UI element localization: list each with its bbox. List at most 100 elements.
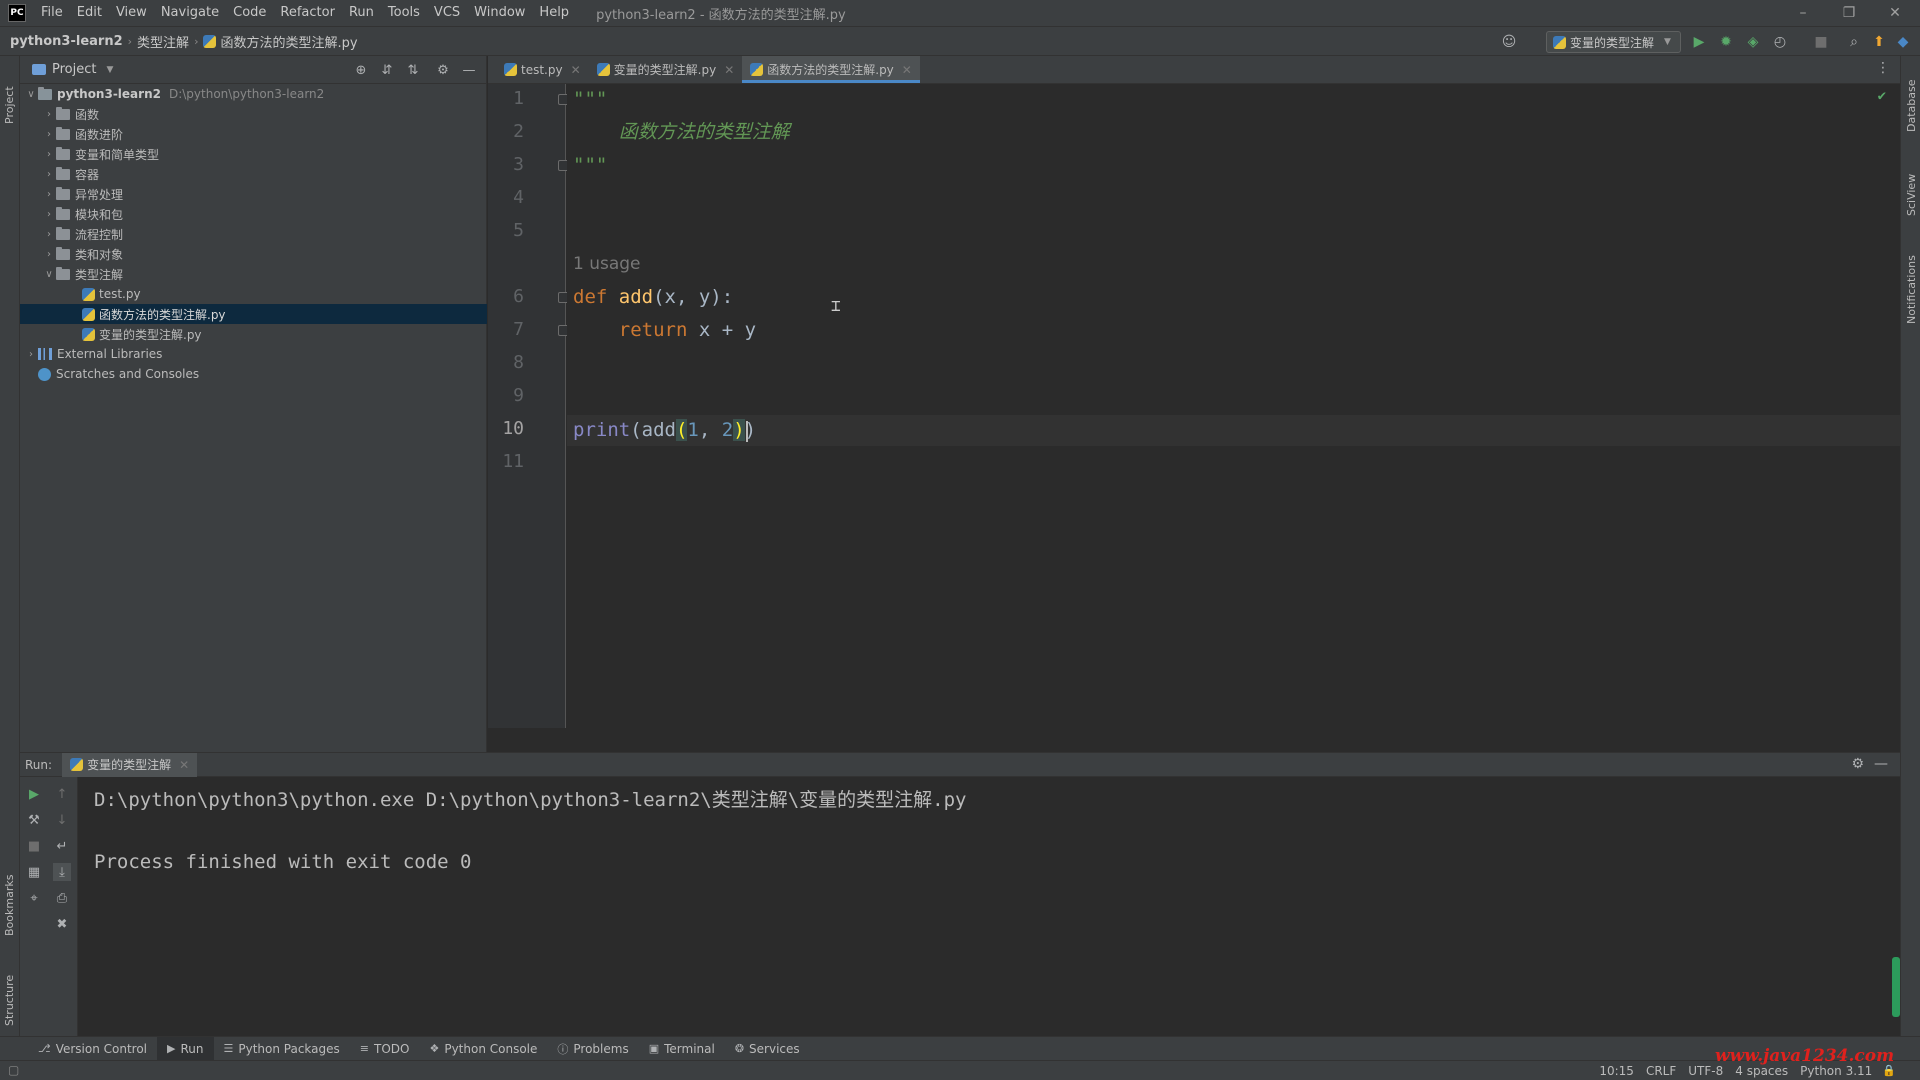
menu-edit[interactable]: Edit (70, 0, 109, 26)
database-tool-button[interactable]: Database (1905, 80, 1918, 133)
restore-icon[interactable]: ❐ (1826, 0, 1872, 26)
usage-hint[interactable]: 1 usage (573, 254, 641, 274)
jetbrains-icon[interactable]: ◆ (1894, 33, 1912, 51)
run-tab[interactable]: 变量的类型注解 ✕ (62, 752, 198, 777)
stop-icon[interactable]: ■ (25, 837, 43, 855)
tree-folder[interactable]: › 容器 (20, 164, 487, 184)
breadcrumb-file[interactable]: 函数方法的类型注解.py (199, 32, 361, 51)
chevron-down-icon[interactable]: ▼ (106, 65, 113, 75)
tree-folder[interactable]: › 变量和简单类型 (20, 144, 487, 164)
tree-file[interactable]: test.py (20, 284, 487, 304)
tool-window-services[interactable]: ❂ Services (725, 1037, 810, 1061)
gear-icon[interactable]: ⚙ (434, 61, 452, 79)
close-icon[interactable]: ✕ (724, 63, 734, 77)
breadcrumb-project[interactable]: python3-learn2 (6, 34, 127, 49)
coverage-icon[interactable]: ◈ (1744, 33, 1762, 51)
menu-view[interactable]: View (109, 0, 154, 26)
menu-navigate[interactable]: Navigate (154, 0, 226, 26)
tool-window-version-control[interactable]: ⎇ Version Control (28, 1037, 157, 1061)
chevron-down-icon: ∨ (45, 268, 53, 280)
tool-window-python-console[interactable]: ❖ Python Console (419, 1037, 547, 1061)
project-panel-title[interactable]: Project (52, 62, 96, 77)
wrench-icon[interactable]: ⚒ (25, 811, 43, 829)
status-caret-position[interactable]: 10:15 (1593, 1064, 1640, 1078)
menu-refactor[interactable]: Refactor (273, 0, 342, 26)
console-result-line: Process finished with exit code 0 (94, 851, 472, 873)
profile-icon[interactable]: ◴ (1771, 33, 1789, 51)
console-output[interactable]: D:\python\python3\python.exe D:\python\p… (78, 777, 1900, 1037)
project-tool-button[interactable]: Project (3, 86, 16, 124)
user-icon[interactable]: ☺ (1500, 33, 1518, 51)
breadcrumb-folder[interactable]: 类型注解 (133, 32, 193, 51)
console-scrollbar[interactable] (1892, 957, 1900, 1017)
close-icon[interactable]: ✕ (179, 758, 189, 772)
check-icon[interactable]: ✔ (1878, 88, 1886, 104)
collapse-all-icon[interactable]: ⇅ (404, 61, 422, 79)
tree-folder[interactable]: › 流程控制 (20, 224, 487, 244)
run-icon[interactable]: ▶ (1690, 33, 1708, 51)
hide-panel-icon[interactable]: — (460, 61, 478, 79)
menu-help[interactable]: Help (532, 0, 576, 26)
debug-icon[interactable]: ✹ (1717, 33, 1735, 51)
arrow-up-icon[interactable]: ↑ (53, 785, 71, 803)
hide-panel-icon[interactable]: — (1874, 756, 1888, 772)
more-options-icon[interactable]: ⋮ (1876, 60, 1890, 76)
layout-icon[interactable]: ▦ (25, 863, 43, 881)
tree-folder[interactable]: › 类和对象 (20, 244, 487, 264)
tree-file[interactable]: 变量的类型注解.py (20, 324, 487, 344)
status-line-separator[interactable]: CRLF (1640, 1064, 1682, 1078)
close-icon[interactable]: ✕ (571, 63, 581, 77)
tree-folder-label: 容器 (75, 167, 100, 182)
tree-folder[interactable]: › 函数 (20, 104, 487, 124)
arrow-down-icon[interactable]: ↓ (53, 811, 71, 829)
notifications-tool-button[interactable]: Notifications (1905, 255, 1918, 324)
rerun-icon[interactable]: ▶ (25, 785, 43, 803)
chevron-down-icon: ∨ (27, 88, 35, 100)
tool-window-todo[interactable]: ≡ TODO (350, 1037, 420, 1061)
locate-icon[interactable]: ⊕ (352, 61, 370, 79)
expand-all-icon[interactable]: ⇵ (378, 61, 396, 79)
editor-tab-active[interactable]: 函数方法的类型注解.py ✕ (742, 56, 920, 83)
tree-root-project[interactable]: ∨ python3-learn2 D:\python\python3-learn… (20, 84, 487, 104)
menu-window[interactable]: Window (467, 0, 532, 26)
print-icon[interactable]: ⎙ (53, 889, 71, 907)
structure-tool-button[interactable]: Structure (3, 975, 16, 1026)
tool-window-python-packages[interactable]: ☰ Python Packages (214, 1037, 350, 1061)
tool-window-terminal[interactable]: ▣ Terminal (639, 1037, 725, 1061)
tree-folder[interactable]: › 模块和包 (20, 204, 487, 224)
tree-folder[interactable]: › 函数进阶 (20, 124, 487, 144)
stop-icon[interactable]: ■ (1812, 33, 1830, 51)
tree-external-libraries[interactable]: › External Libraries (20, 344, 487, 364)
trash-icon[interactable]: ✖ (53, 915, 71, 933)
menu-file[interactable]: File (34, 0, 70, 26)
line-number: 8 (513, 352, 524, 373)
folder-icon (56, 106, 70, 120)
tree-folder-open[interactable]: ∨ 类型注解 (20, 264, 487, 284)
tree-scratches[interactable]: Scratches and Consoles (20, 364, 487, 384)
pin-icon[interactable]: ⌖ (25, 889, 43, 907)
gear-icon[interactable]: ⚙ (1851, 756, 1864, 772)
search-icon[interactable]: ⌕ (1845, 33, 1863, 51)
menu-tools[interactable]: Tools (381, 0, 427, 26)
close-icon[interactable]: ✕ (902, 63, 912, 77)
tool-window-label: Services (749, 1041, 800, 1056)
sciview-tool-button[interactable]: SciView (1905, 174, 1918, 216)
code-editor[interactable]: """ 函数方法的类型注解 """ 1 usage def add(x, y):… (567, 84, 1900, 728)
editor-tab[interactable]: test.py ✕ (496, 56, 589, 83)
run-config-dropdown[interactable]: 变量的类型注解 ▼ (1546, 31, 1681, 53)
bookmarks-tool-button[interactable]: Bookmarks (3, 875, 16, 936)
minimize-icon[interactable]: – (1780, 0, 1826, 26)
tool-window-problems[interactable]: ⓘ Problems (547, 1037, 638, 1061)
layout-toggle-icon[interactable]: ▢ (8, 1063, 19, 1077)
menu-vcs[interactable]: VCS (427, 0, 467, 26)
soft-wrap-icon[interactable]: ↵ (53, 837, 71, 855)
editor-tab[interactable]: 变量的类型注解.py ✕ (589, 56, 743, 83)
close-window-icon[interactable]: ✕ (1872, 0, 1918, 26)
menu-run[interactable]: Run (342, 0, 381, 26)
menu-code[interactable]: Code (226, 0, 273, 26)
update-icon[interactable]: ⬆ (1870, 33, 1888, 51)
scroll-to-end-icon[interactable]: ⤓ (53, 863, 71, 881)
tree-file-selected[interactable]: 函数方法的类型注解.py (20, 304, 487, 324)
tool-window-run[interactable]: ▶ Run (157, 1036, 214, 1061)
tree-folder[interactable]: › 异常处理 (20, 184, 487, 204)
